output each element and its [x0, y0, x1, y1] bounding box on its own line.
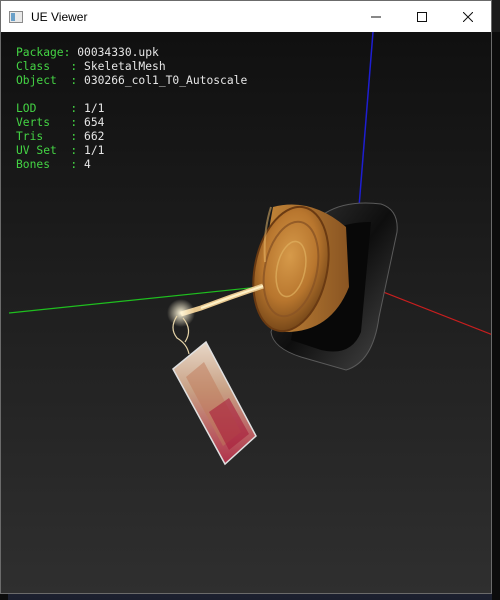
- info-lod: LOD : 1/1: [16, 102, 105, 115]
- info-uvset: UV Set : 1/1: [16, 144, 105, 157]
- window-title: UE Viewer: [31, 9, 88, 24]
- maximize-icon: [417, 11, 427, 22]
- info-object: Object : 030266_col1_T0_Autoscale: [16, 74, 248, 87]
- x-axis: [372, 287, 491, 335]
- close-button[interactable]: [445, 1, 491, 32]
- z-axis: [356, 32, 374, 233]
- info-tris: Tris : 662: [16, 130, 105, 143]
- maximize-button[interactable]: [399, 1, 445, 32]
- info-bones: Bones : 4: [16, 158, 91, 171]
- mesh-info-overlay: Package: 00034330.upk Class : SkeletalMe…: [16, 46, 247, 172]
- background-window-right: [492, 32, 500, 600]
- minimize-button[interactable]: [353, 1, 399, 32]
- title-bar[interactable]: UE Viewer: [1, 1, 491, 32]
- 3d-viewport[interactable]: Package: 00034330.upk Class : SkeletalMe…: [1, 32, 491, 593]
- ue-viewer-window: UE Viewer Package: 00034330.upk Class: …: [0, 0, 492, 594]
- minimize-icon: [371, 16, 381, 17]
- info-package: Package: 00034330.upk: [16, 46, 159, 59]
- info-verts: Verts : 654: [16, 116, 105, 129]
- info-class: Class : SkeletalMesh: [16, 60, 166, 73]
- app-window-icon: [9, 10, 23, 23]
- close-icon: [463, 11, 473, 22]
